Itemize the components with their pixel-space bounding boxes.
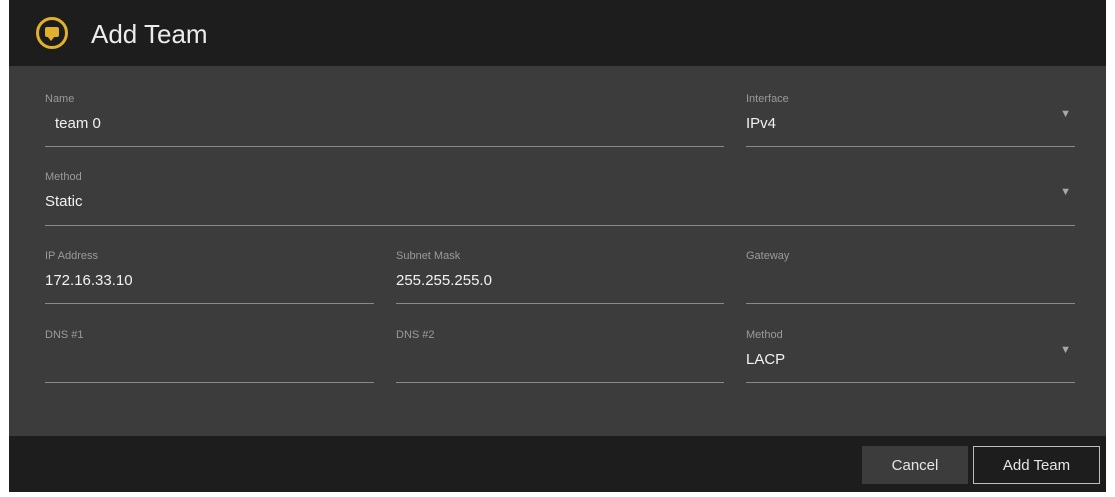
method-select[interactable]: Method Static ▼ [45, 170, 1075, 226]
dialog-title: Add Team [91, 19, 208, 49]
dropdown-arrow-icon[interactable]: ▼ [1060, 186, 1071, 198]
team-method-value: LACP [746, 351, 786, 368]
name-field[interactable]: Name [45, 92, 724, 147]
team-method-underline [746, 382, 1075, 383]
chat-bubble-icon [36, 17, 68, 49]
dns2-input[interactable] [396, 350, 716, 370]
team-method-select[interactable]: Method LACP ▼ [746, 328, 1075, 383]
interface-underline [746, 146, 1075, 147]
add-team-button[interactable]: Add Team [973, 446, 1100, 484]
subnet-mask-input[interactable] [396, 271, 716, 291]
dns1-label: DNS #1 [45, 329, 84, 341]
dialog-header: Add Team [9, 0, 1106, 66]
team-method-label: Method [746, 329, 783, 341]
subnet-mask-field[interactable]: Subnet Mask [396, 249, 724, 304]
interface-value: IPv4 [746, 115, 777, 132]
gateway-underline [746, 303, 1075, 304]
gateway-label: Gateway [746, 250, 790, 262]
dropdown-arrow-icon[interactable]: ▼ [1060, 108, 1071, 120]
ip-address-label: IP Address [45, 250, 98, 262]
method-underline [45, 225, 1075, 226]
cancel-button[interactable]: Cancel [862, 446, 968, 484]
name-input[interactable] [55, 114, 655, 134]
subnet-mask-label: Subnet Mask [396, 250, 461, 262]
subnet-mask-underline [396, 303, 724, 304]
dns1-field[interactable]: DNS #1 [45, 328, 374, 383]
interface-select[interactable]: Interface IPv4 ▼ [746, 92, 1075, 147]
dropdown-arrow-icon[interactable]: ▼ [1060, 344, 1071, 356]
dialog-footer: Cancel Add Team [9, 436, 1106, 492]
name-underline [45, 146, 724, 147]
gateway-field[interactable]: Gateway [746, 249, 1075, 304]
ip-address-field[interactable]: IP Address [45, 249, 374, 304]
method-value: Static [45, 193, 83, 210]
dns1-input[interactable] [45, 350, 365, 370]
ip-address-input[interactable] [45, 271, 365, 291]
add-team-dialog: Add Team Name Interface IPv4 ▼ Method St… [9, 0, 1106, 492]
dns2-underline [396, 382, 724, 383]
ip-address-underline [45, 303, 374, 304]
gateway-input[interactable] [746, 271, 1066, 291]
dns2-field[interactable]: DNS #2 [396, 328, 724, 383]
dns2-label: DNS #2 [396, 329, 435, 341]
dns1-underline [45, 382, 374, 383]
name-label: Name [45, 93, 75, 105]
interface-label: Interface [746, 93, 789, 105]
method-label: Method [45, 171, 82, 183]
